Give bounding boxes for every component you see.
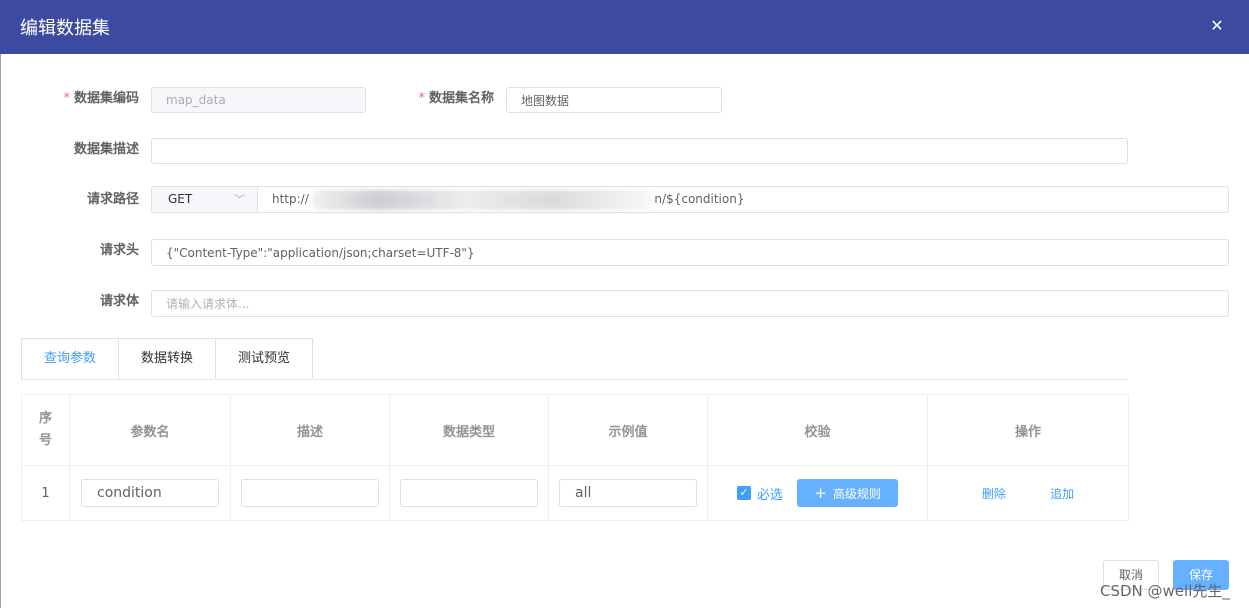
params-table: 序号 参数名 描述 数据类型 示例值 校验 操作 1 ✓ 必选 + 高级规则 删除 … [21, 394, 1129, 521]
param-description-input[interactable] [241, 479, 379, 507]
request-body-label: 请求体 [99, 294, 139, 309]
close-icon[interactable]: ✕ [1205, 14, 1229, 38]
request-headers-label: 请求头 [99, 243, 139, 258]
method-value: GET [168, 192, 193, 206]
column-header-data-type: 数据类型 [389, 394, 549, 466]
request-body-input[interactable] [151, 290, 1229, 317]
chevron-down-icon: ﹀ [234, 193, 245, 206]
tab-bar: 查询参数 数据转换 测试预览 [21, 338, 1128, 380]
append-link[interactable]: 追加 [1050, 485, 1074, 502]
dataset-desc-label: 数据集描述 [73, 142, 139, 157]
dataset-code-input [151, 87, 366, 113]
column-header-index: 序号 [21, 394, 70, 466]
tab-test-preview[interactable]: 测试预览 [215, 338, 313, 378]
tab-data-transform[interactable]: 数据转换 [118, 338, 216, 378]
dataset-desc-input[interactable] [151, 138, 1128, 164]
request-headers-input[interactable] [151, 239, 1229, 266]
dataset-code-label: 数据集编码 [19, 89, 139, 109]
required-checkbox[interactable]: ✓ [736, 486, 751, 500]
dataset-name-label: 数据集名称 [374, 89, 494, 109]
plus-icon: + [814, 484, 827, 502]
table-row: 1 ✓ 必选 + 高级规则 删除 追加 [21, 465, 1129, 521]
column-header-param-name: 参数名 [69, 394, 231, 466]
column-header-actions: 操作 [927, 394, 1129, 466]
column-header-example: 示例值 [548, 394, 708, 466]
method-select[interactable]: GET ﹀ [151, 186, 257, 213]
request-url-start: http:// [272, 192, 309, 206]
advanced-rule-button[interactable]: + 高级规则 [797, 479, 899, 507]
dataset-name-input[interactable] [506, 87, 722, 113]
column-header-validation: 校验 [707, 394, 928, 466]
dialog-left-border [0, 54, 1, 608]
param-name-input[interactable] [81, 479, 219, 507]
required-label: 必选 [756, 487, 783, 503]
watermark: CSDN @well先生_ [1100, 582, 1230, 600]
request-path-label: 请求路径 [86, 192, 139, 207]
tab-query-params[interactable]: 查询参数 [21, 338, 119, 379]
request-url-end: n/${condition} [654, 192, 745, 206]
dialog-header: 编辑数据集 ✕ [0, 0, 1249, 54]
dialog-title: 编辑数据集 [20, 18, 110, 39]
advanced-rule-label: 高级规则 [832, 487, 881, 501]
param-data-type-input[interactable] [400, 479, 538, 507]
delete-link[interactable]: 删除 [982, 485, 1006, 502]
column-header-description: 描述 [230, 394, 390, 466]
url-redaction-blur [312, 190, 652, 210]
row-index: 1 [21, 465, 70, 521]
table-header-row: 序号 参数名 描述 数据类型 示例值 校验 操作 [21, 394, 1129, 466]
param-example-input[interactable] [559, 479, 697, 507]
